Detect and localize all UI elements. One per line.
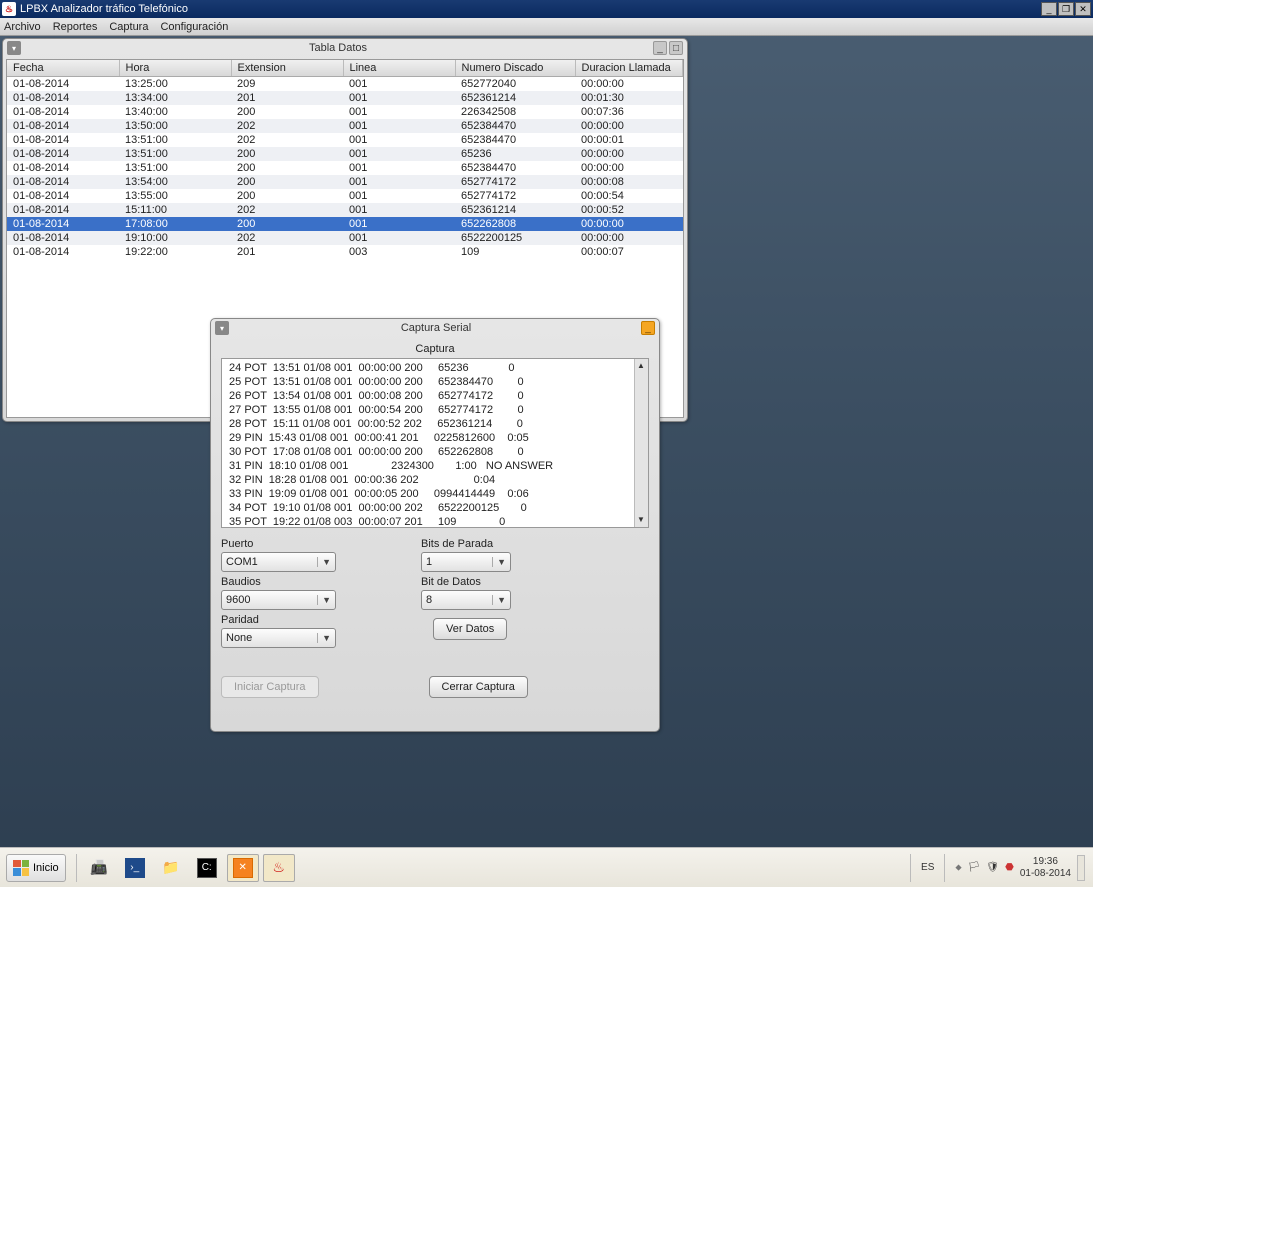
tabla-maximize-button[interactable]: □ [669,41,683,55]
bits-parada-label: Bits de Parada [421,538,601,550]
bits-parada-select[interactable]: 1▼ [421,552,511,572]
taskbar-powershell-icon[interactable]: ›_ [119,854,151,882]
control-menu-icon[interactable]: ▾ [215,321,229,335]
taskbar-xampp-icon[interactable]: ✕ [227,854,259,882]
table-row[interactable]: 01-08-201413:51:0020200165238447000:00:0… [7,133,683,147]
tabla-title: Tabla Datos [25,42,651,54]
table-row[interactable]: 01-08-201413:54:0020000165277417200:00:0… [7,175,683,189]
clock[interactable]: 19:36 01-08-2014 [1020,856,1071,880]
captura-minimize-button[interactable]: _ [641,321,655,335]
ver-datos-button[interactable]: Ver Datos [433,618,507,640]
captura-titlebar[interactable]: ▾ Captura Serial _ [211,319,659,337]
captura-log[interactable]: 24 POT 13:51 01/08 001 00:00:00 200 6523… [221,358,649,528]
show-desktop-button[interactable] [1077,855,1085,881]
tray-chevron-icon[interactable]: ⬥ [955,862,961,873]
table-row[interactable]: 01-08-201413:51:0020000165238447000:00:0… [7,161,683,175]
tray-shield-icon[interactable]: 🛡 [986,862,999,873]
col-duracion[interactable]: Duracion Llamada [575,60,683,77]
chevron-down-icon: ▼ [317,595,331,605]
baudios-label: Baudios [221,576,401,588]
tray-network-icon[interactable]: ⬣ [1005,862,1014,873]
window-captura-serial[interactable]: ▾ Captura Serial _ Captura 24 POT 13:51 … [210,318,660,732]
cerrar-captura-button[interactable]: Cerrar Captura [429,676,528,698]
taskbar-folder-icon[interactable]: 📁 [155,854,187,882]
col-numero[interactable]: Numero Discado [455,60,575,77]
paridad-select[interactable]: None▼ [221,628,336,648]
table-row[interactable]: 01-08-201413:50:0020200165238447000:00:0… [7,119,683,133]
app-titlebar[interactable]: ♨ LPBX Analizador tráfico Telefónico _ ❐… [0,0,1093,18]
control-menu-icon[interactable]: ▾ [7,41,21,55]
puerto-select[interactable]: COM1▼ [221,552,336,572]
start-button[interactable]: Inicio [6,854,66,882]
minimize-button[interactable]: _ [1041,2,1057,16]
taskbar: Inicio 📠 ›_ 📁 C: ✕ ♨ ES ⬥ 🏳 🛡 ⬣ 19:36 01… [0,847,1093,887]
close-button[interactable]: ✕ [1075,2,1091,16]
java-icon: ♨ [2,2,16,16]
col-fecha[interactable]: Fecha [7,60,119,77]
desktop: ♨ LPBX Analizador tráfico Telefónico _ ❐… [0,0,1093,887]
table-row[interactable]: 01-08-201413:55:0020000165277417200:00:5… [7,189,683,203]
tray-flag-icon[interactable]: 🏳 [968,862,981,873]
taskbar-java-icon[interactable]: ♨ [263,854,295,882]
table-row[interactable]: 01-08-201419:22:0020100310900:00:07 [7,245,683,259]
bit-datos-label: Bit de Datos [421,576,601,588]
table-row[interactable]: 01-08-201413:40:0020000122634250800:07:3… [7,105,683,119]
table-row[interactable]: 01-08-201413:25:0020900165277204000:00:0… [7,77,683,92]
iniciar-captura-button[interactable]: Iniciar Captura [221,676,319,698]
tabla-titlebar[interactable]: ▾ Tabla Datos _ □ [3,39,687,57]
captura-label: Captura [221,343,649,355]
language-indicator[interactable]: ES [921,862,934,873]
taskbar-explorer-icon[interactable]: 📠 [83,854,115,882]
table-row[interactable]: 01-08-201413:51:002000016523600:00:00 [7,147,683,161]
mdi-area: ▾ Tabla Datos _ □ Fecha Hora Extension L… [0,36,1093,847]
table-row[interactable]: 01-08-201413:34:0020100165236121400:01:3… [7,91,683,105]
menu-reportes[interactable]: Reportes [53,21,98,33]
chevron-down-icon: ▼ [317,557,331,567]
menu-config[interactable]: Configuración [160,21,228,33]
chevron-down-icon: ▼ [317,633,331,643]
captura-title: Captura Serial [233,322,639,334]
menu-archivo[interactable]: Archivo [4,21,41,33]
tabla-minimize-button[interactable]: _ [653,41,667,55]
windows-icon [13,860,29,876]
restore-button[interactable]: ❐ [1058,2,1074,16]
captura-body: Captura 24 POT 13:51 01/08 001 00:00:00 … [211,337,659,704]
baudios-select[interactable]: 9600▼ [221,590,336,610]
col-hora[interactable]: Hora [119,60,231,77]
chevron-down-icon: ▼ [492,595,506,605]
scrollbar[interactable] [634,359,648,527]
paridad-label: Paridad [221,614,401,626]
chevron-down-icon: ▼ [492,557,506,567]
menu-captura[interactable]: Captura [109,21,148,33]
col-linea[interactable]: Linea [343,60,455,77]
app-title: LPBX Analizador tráfico Telefónico [20,3,188,15]
bit-datos-select[interactable]: 8▼ [421,590,511,610]
taskbar-cmd-icon[interactable]: C: [191,854,223,882]
table-row[interactable]: 01-08-201415:11:0020200165236121400:00:5… [7,203,683,217]
system-tray: ES ⬥ 🏳 🛡 ⬣ 19:36 01-08-2014 [906,854,1093,882]
menubar: Archivo Reportes Captura Configuración [0,18,1093,36]
table-row[interactable]: 01-08-201417:08:0020000165226280800:00:0… [7,217,683,231]
col-extension[interactable]: Extension [231,60,343,77]
puerto-label: Puerto [221,538,401,550]
data-table[interactable]: Fecha Hora Extension Linea Numero Discad… [7,60,683,259]
table-row[interactable]: 01-08-201419:10:00202001652220012500:00:… [7,231,683,245]
